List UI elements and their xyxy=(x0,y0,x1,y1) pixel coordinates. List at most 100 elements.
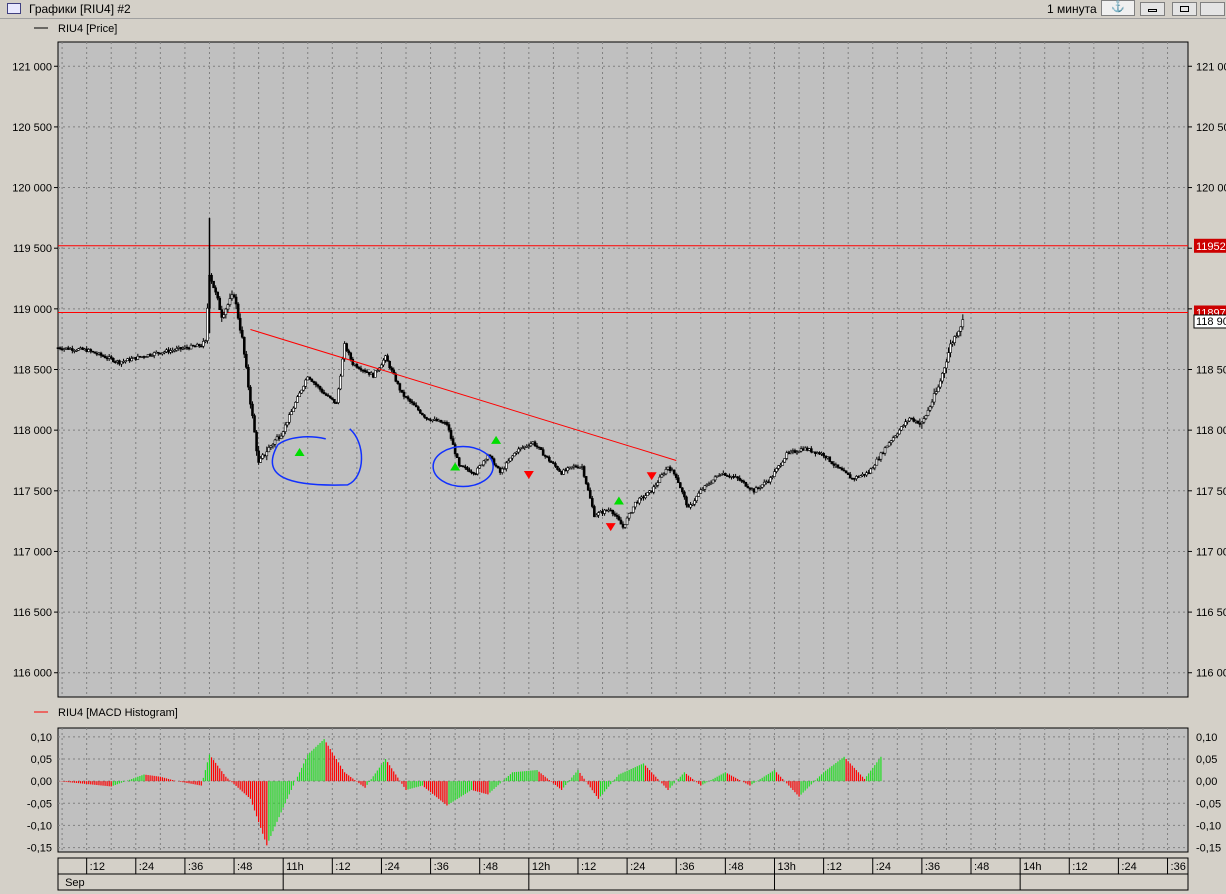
candle-body xyxy=(236,303,240,319)
candle-body xyxy=(582,466,586,477)
candle-body xyxy=(341,358,344,377)
candle-body xyxy=(263,454,267,457)
candle-body xyxy=(558,469,561,472)
candle-body xyxy=(951,342,954,345)
candle-body xyxy=(541,449,545,456)
candle-body xyxy=(613,513,617,516)
candle-body xyxy=(277,436,281,439)
candle-body xyxy=(728,475,731,478)
candle-body xyxy=(769,477,772,483)
candle-body xyxy=(60,348,64,351)
candle-body xyxy=(623,524,627,528)
candle-body xyxy=(326,395,330,397)
candle-body xyxy=(120,361,123,365)
candle-body xyxy=(590,498,594,507)
candle-body xyxy=(152,352,156,356)
candle-body xyxy=(537,446,541,449)
y-tick-label: 120 500 xyxy=(12,122,52,134)
y-tick-label: 121 000 xyxy=(12,61,52,73)
candle-body xyxy=(691,503,694,506)
candle-body xyxy=(548,456,551,462)
candle-body xyxy=(717,475,721,477)
price-legend-label: RIU4 [Price] xyxy=(58,23,117,35)
candle-body xyxy=(97,352,101,355)
time-tick-label: :48 xyxy=(483,861,498,873)
candle-body xyxy=(220,309,224,318)
candle-body xyxy=(887,442,891,447)
y-tick-label: 119 000 xyxy=(13,304,52,316)
candle-body xyxy=(406,396,410,400)
candle-body xyxy=(642,496,645,499)
candle-body xyxy=(879,452,883,460)
candle-body xyxy=(502,468,506,470)
candle-body xyxy=(472,472,475,474)
time-tick-label: :12 xyxy=(827,861,842,873)
candle-body xyxy=(202,341,205,347)
candle-body xyxy=(433,418,436,421)
candle-body xyxy=(294,402,297,409)
candle-body xyxy=(513,452,516,457)
candle-body xyxy=(593,506,596,518)
candle-body xyxy=(214,287,217,293)
candle-body xyxy=(775,468,778,472)
candle-body xyxy=(914,420,918,423)
candle-body xyxy=(128,358,131,362)
candle-body xyxy=(758,487,762,489)
candle-body xyxy=(333,398,336,403)
candle-body xyxy=(719,474,723,476)
time-tick-label: :36 xyxy=(1171,861,1186,873)
candle-body xyxy=(91,350,95,353)
candle-body xyxy=(187,347,191,350)
y-tick-label: 120 000 xyxy=(1196,183,1226,195)
candle-body xyxy=(646,492,649,496)
candle-body xyxy=(212,280,215,289)
candle-body xyxy=(668,466,672,472)
candle-body xyxy=(257,450,260,463)
y-tick-label: 0,10 xyxy=(1196,732,1217,744)
candle-body xyxy=(281,431,285,437)
candle-body xyxy=(695,496,698,502)
candle-body xyxy=(711,479,715,484)
candle-body xyxy=(171,350,174,352)
candle-body xyxy=(517,448,520,453)
candle-body xyxy=(676,477,680,483)
candle-body xyxy=(416,406,420,411)
candle-body xyxy=(85,348,88,352)
candle-body xyxy=(204,340,207,342)
candle-body xyxy=(412,402,416,406)
candle-body xyxy=(494,464,498,467)
candle-body xyxy=(562,469,565,475)
candle-body xyxy=(689,504,692,508)
candle-body xyxy=(609,509,613,512)
candle-body xyxy=(339,375,342,390)
candle-body xyxy=(818,452,821,455)
candle-body xyxy=(95,353,99,355)
time-tick-label: :12 xyxy=(1072,861,1087,873)
time-tick-label: :24 xyxy=(630,861,645,873)
candle-body xyxy=(478,465,482,469)
time-major-label: 12h xyxy=(532,861,550,873)
candle-body xyxy=(664,469,668,475)
candle-body xyxy=(681,487,684,493)
candle-body xyxy=(500,468,504,473)
macd-axis-left: 0,10 0,05 0,00 -0,05 -0,10 -0,15 xyxy=(27,732,52,855)
candle-body xyxy=(134,357,138,360)
candle-body xyxy=(318,386,322,390)
candle-body xyxy=(912,418,915,422)
chart-canvas[interactable]: 121 000 120 500 120 000 119 500 119 000 118 5… xyxy=(0,0,1226,894)
y-tick-label: 117 000 xyxy=(13,546,52,558)
time-tick-label: :36 xyxy=(925,861,940,873)
candle-body xyxy=(451,438,455,445)
candle-body xyxy=(807,448,811,451)
candle-body xyxy=(910,417,913,420)
candle-body xyxy=(810,448,813,453)
candle-body xyxy=(674,473,678,478)
candle-body xyxy=(740,479,744,482)
time-tick-label: :48 xyxy=(237,861,252,873)
time-tick-label: :24 xyxy=(139,861,154,873)
candle-body xyxy=(898,429,901,435)
candle-body xyxy=(799,448,803,452)
candle-body xyxy=(947,352,950,363)
candle-body xyxy=(904,421,907,426)
candle-body xyxy=(805,447,809,451)
